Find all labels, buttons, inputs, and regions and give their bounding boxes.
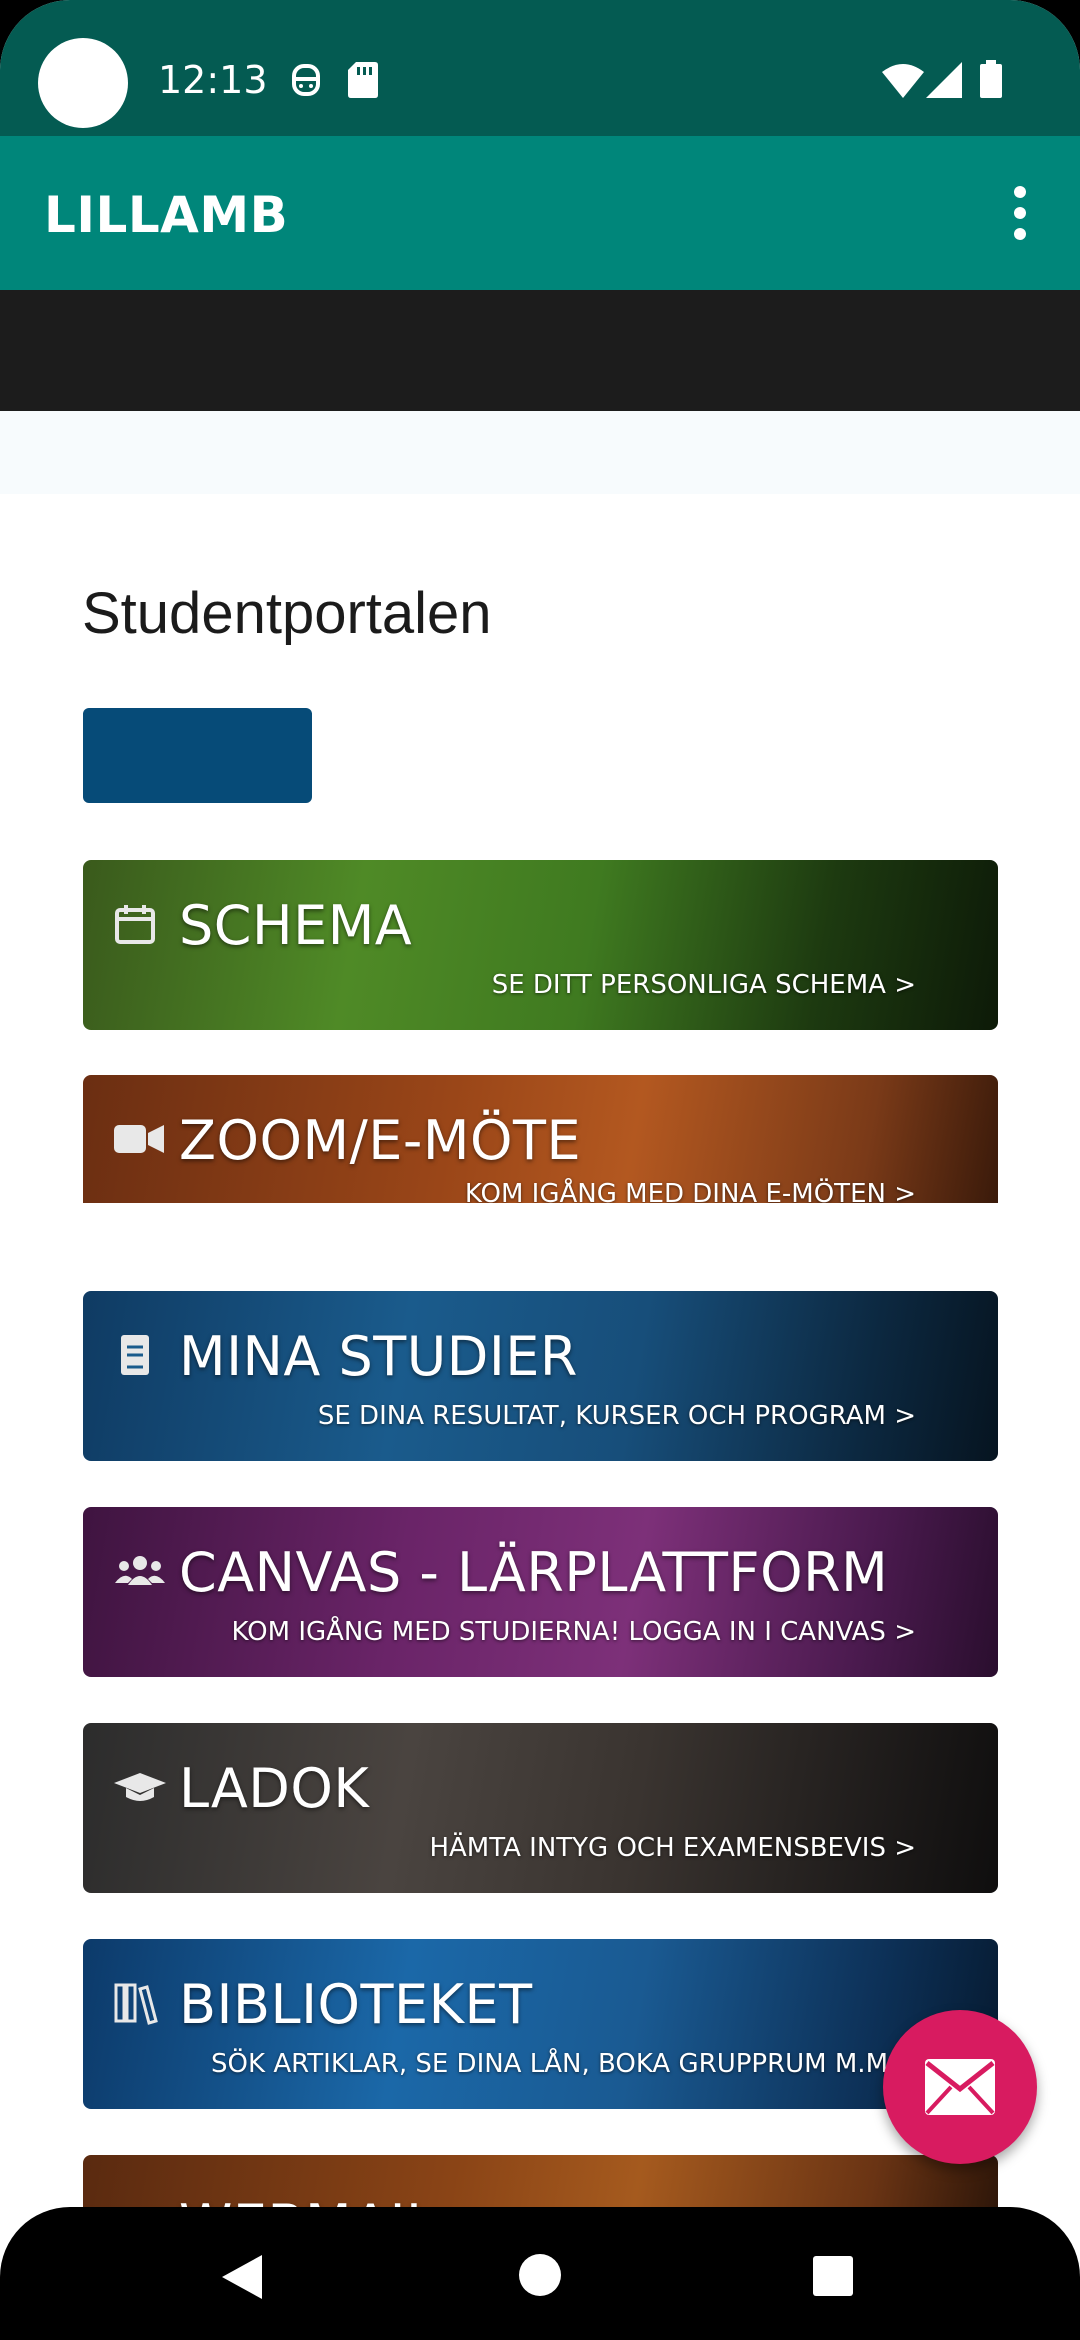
envelope-icon [925,2059,995,2115]
recents-icon[interactable] [813,2256,853,2296]
compose-mail-fab[interactable] [883,2010,1037,2164]
app-bar: LILLAMB [0,136,1080,290]
calendar-icon [115,905,155,944]
tile-subtitle: SE DITT PERSONLIGA SCHEMA > [491,970,916,1000]
tile-title: CANVAS - LÄRPLATTFORM [179,1541,889,1604]
graduation-cap-icon [114,1773,166,1801]
book-icon [121,1335,149,1375]
tile-subtitle: KOM IGÅNG MED DINA E-MÖTEN > [464,1179,916,1203]
tile-title: ZOOM/E-MÖTE [179,1109,582,1172]
tile-subtitle: SÖK ARTIKLAR, SE DINA LÅN, BOKA GRUPPRUM… [211,2049,888,2079]
back-icon[interactable] [222,2255,262,2299]
battery-icon [980,60,1002,98]
home-icon[interactable] [519,2254,561,2296]
primary-button[interactable] [83,708,312,803]
status-time: 12:13 [158,58,268,102]
robot-icon [292,64,320,96]
page-title: Studentportalen [82,581,492,646]
status-bar: 12:13 [0,0,1080,136]
tile-mina-studier[interactable]: MINA STUDIER SE DINA RESULTAT, KURSER OC… [83,1291,998,1461]
wifi-icon [882,64,924,98]
video-camera-icon [114,1125,164,1153]
camera-cutout [38,38,128,128]
library-icon [114,1983,158,2025]
banner-area [0,290,1080,411]
sd-card-icon [348,62,378,98]
tile-canvas[interactable]: CANVAS - LÄRPLATTFORM KOM IGÅNG MED STUD… [83,1507,998,1677]
tile-title: SCHEMA [179,894,413,957]
tile-title: BIBLIOTEKET [179,1973,533,2036]
tile-zoom[interactable]: ZOOM/E-MÖTE KOM IGÅNG MED DINA E-MÖTEN > [83,1075,998,1203]
tile-subtitle: KOM IGÅNG MED STUDIERNA! LOGGA IN I CANV… [231,1617,916,1647]
tile-subtitle: SE DINA RESULTAT, KURSER OCH PROGRAM > [317,1401,916,1431]
navigation-bar [0,2207,1080,2340]
users-icon [115,1556,165,1585]
tile-title: LADOK [179,1757,370,1820]
screen: 12:13 LILLAMB Studentportalen SCHEMA SE … [0,0,1080,2340]
overflow-menu-icon[interactable] [1000,176,1040,250]
tile-subtitle: HÄMTA INTYG OCH EXAMENSBEVIS > [429,1833,916,1863]
tile-title: MINA STUDIER [179,1325,578,1388]
tile-biblioteket[interactable]: BIBLIOTEKET SÖK ARTIKLAR, SE DINA LÅN, B… [83,1939,998,2109]
app-title: LILLAMB [44,186,289,244]
tile-ladok[interactable]: LADOK HÄMTA INTYG OCH EXAMENSBEVIS > [83,1723,998,1893]
signal-icon [926,62,962,98]
divider-band [0,411,1080,494]
tile-schema[interactable]: SCHEMA SE DITT PERSONLIGA SCHEMA > [83,860,998,1030]
